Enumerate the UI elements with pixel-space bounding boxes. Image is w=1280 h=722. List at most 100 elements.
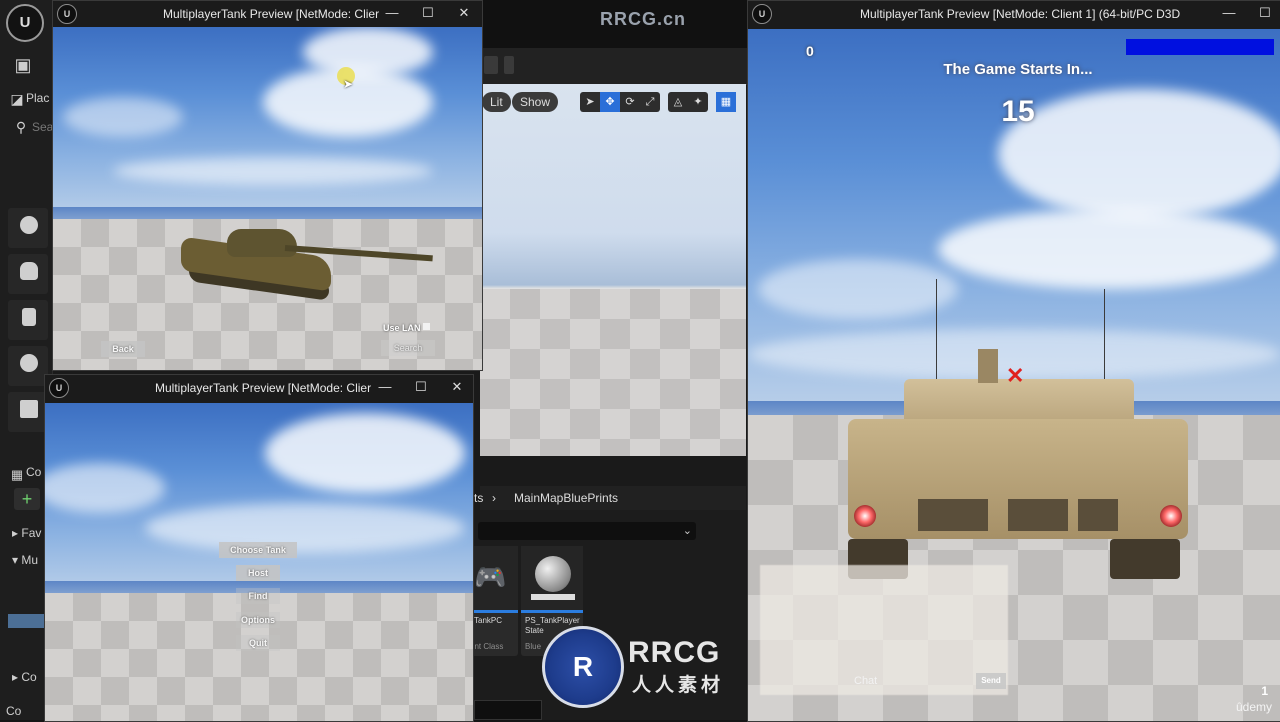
basic-shapes-tool[interactable] xyxy=(8,208,48,248)
game-starts-text: The Game Starts In... xyxy=(943,61,1093,78)
pie-window-1[interactable]: U MultiplayerTank Preview [NetMode: Clie… xyxy=(52,0,483,371)
add-button[interactable]: + xyxy=(14,488,40,510)
chevron-down-icon: ⌄ xyxy=(682,525,692,537)
breadcrumb[interactable]: MainMapBluePrints xyxy=(514,486,618,510)
window-title: MultiplayerTank Preview [NetMode: Client… xyxy=(860,7,1181,21)
save-icon[interactable]: ▣ xyxy=(10,52,36,78)
viewport-floor xyxy=(480,289,746,456)
grid-tools: ▦ xyxy=(716,92,736,112)
rotate-icon[interactable]: ⟳ xyxy=(620,92,640,112)
horizon xyxy=(53,207,482,219)
title-bar[interactable]: U MultiplayerTank Preview [NetMode: Clie… xyxy=(748,1,1280,27)
game-viewport[interactable]: Choose Tank Host Find Options Quit xyxy=(45,403,473,721)
collections-label[interactable]: ▸ Co xyxy=(12,670,37,684)
editor-toolbar xyxy=(480,48,748,85)
find-button[interactable]: Find xyxy=(236,588,280,604)
cloud xyxy=(938,209,1278,289)
search-icon[interactable]: ⚲ xyxy=(8,114,34,140)
lit-button[interactable]: Lit xyxy=(482,92,511,112)
character-tool[interactable] xyxy=(8,254,48,294)
content-search-input[interactable] xyxy=(474,700,542,720)
bottom-label[interactable]: Co xyxy=(6,704,21,718)
expand-arrow-icon: ▸ xyxy=(12,670,22,684)
minimize-icon[interactable]: — xyxy=(382,1,402,27)
cloud xyxy=(145,503,465,553)
maximize-icon[interactable]: ☐ xyxy=(418,1,438,27)
surface-snap-icon[interactable]: ◬ xyxy=(668,92,688,112)
grid-snap-icon[interactable]: ▦ xyxy=(716,92,736,112)
cloud xyxy=(63,97,183,137)
sphere-icon xyxy=(521,546,583,610)
close-icon[interactable]: ✕ xyxy=(447,375,467,401)
place-actors-label[interactable]: Plac xyxy=(26,91,49,105)
unreal-logo-icon: U xyxy=(57,4,77,24)
pie-window-2[interactable]: U MultiplayerTank Preview [NetMode: Clie… xyxy=(44,374,474,722)
toolbar-more-button[interactable] xyxy=(504,56,514,74)
title-bar[interactable]: U MultiplayerTank Preview [NetMode: Clie… xyxy=(45,375,473,401)
transform-tools: ➤ ✥ ⟳ ⤢ xyxy=(580,92,660,112)
unreal-logo-icon: U xyxy=(49,378,69,398)
back-button[interactable]: Back xyxy=(101,341,145,357)
content-browser-path: ts › MainMapBluePrints xyxy=(474,486,746,510)
search-button[interactable]: Search xyxy=(381,340,435,356)
tail-light-icon xyxy=(854,505,876,527)
cloud xyxy=(113,157,433,185)
scale-icon[interactable]: ⤢ xyxy=(640,92,660,112)
title-bar[interactable]: U MultiplayerTank Preview [NetMode: Clie… xyxy=(53,1,482,27)
filter-dropdown[interactable]: ⌄ xyxy=(478,522,696,540)
unreal-logo-icon: U xyxy=(752,4,772,24)
move-icon[interactable]: ✥ xyxy=(600,92,620,112)
game-viewport[interactable]: ➤ Back Use LAN Search xyxy=(53,27,482,370)
rrcg-logo-text: RRCG xyxy=(628,636,721,669)
use-lan-label: Use LAN xyxy=(383,323,421,333)
pawn-tool[interactable] xyxy=(8,300,48,340)
tail-light-icon xyxy=(1160,505,1182,527)
breadcrumb-prefix[interactable]: ts xyxy=(474,486,483,510)
minimize-icon[interactable]: — xyxy=(375,375,395,401)
sky xyxy=(748,29,1280,409)
chat-input[interactable]: Chat xyxy=(854,675,877,687)
turret-hatch xyxy=(978,349,998,383)
collections-text: Co xyxy=(21,670,37,684)
multiplayer-folder-label[interactable]: ▾ Mu xyxy=(12,553,38,567)
corner-number: 1 xyxy=(1261,684,1268,698)
toolbar-button[interactable] xyxy=(484,56,498,74)
choose-tank-button[interactable]: Choose Tank xyxy=(219,542,297,558)
asset-type: rint Class xyxy=(470,642,504,651)
level-viewport[interactable]: Lit Show ➤ ✥ ⟳ ⤢ ◬ ✦ ▦ xyxy=(480,84,746,456)
select-icon[interactable]: ➤ xyxy=(580,92,600,112)
collapse-arrow-icon: ▾ xyxy=(12,553,22,567)
multiplayer-text: Mu xyxy=(21,553,39,567)
pie-window-client-1[interactable]: U MultiplayerTank Preview [NetMode: Clie… xyxy=(747,0,1280,722)
search-placeholder[interactable]: Sea xyxy=(32,120,53,134)
game-viewport[interactable]: 0 The Game Starts In... 15 ✕ Chat Send xyxy=(748,29,1280,721)
close-icon[interactable]: ✕ xyxy=(454,1,474,27)
cloud xyxy=(303,27,433,77)
window-title: MultiplayerTank Preview [NetMode: Clier xyxy=(155,381,372,395)
asset-type: Blue xyxy=(525,642,542,651)
score-text: 0 xyxy=(806,43,814,59)
window-title: MultiplayerTank Preview [NetMode: Clier xyxy=(163,7,380,21)
selected-folder-highlight[interactable] xyxy=(8,614,44,628)
show-button[interactable]: Show xyxy=(512,92,559,112)
host-button[interactable]: Host xyxy=(236,565,280,581)
snap-tools: ◬ ✦ xyxy=(668,92,708,112)
countdown-text: 15 xyxy=(1001,95,1035,128)
flag-tool[interactable] xyxy=(8,392,48,432)
world-local-icon[interactable]: ✦ xyxy=(688,92,708,112)
quit-button[interactable]: Quit xyxy=(236,635,280,651)
favorites-label[interactable]: ▸ Fav xyxy=(12,526,41,540)
sky xyxy=(53,27,482,217)
rrcg-logo-subtext: 人人素材 xyxy=(632,675,725,696)
send-button[interactable]: Send xyxy=(976,673,1006,689)
unreal-logo-icon[interactable]: U xyxy=(6,4,44,42)
asset-type-bar xyxy=(521,610,583,613)
options-button[interactable]: Options xyxy=(236,612,280,628)
minimize-icon[interactable]: — xyxy=(1219,1,1239,27)
content-label[interactable]: Co xyxy=(26,465,41,479)
udemy-logo: ûdemy xyxy=(1235,700,1272,714)
use-lan-checkbox[interactable] xyxy=(423,323,430,330)
light-tool[interactable] xyxy=(8,346,48,386)
maximize-icon[interactable]: ☐ xyxy=(1255,1,1275,27)
maximize-icon[interactable]: ☐ xyxy=(411,375,431,401)
